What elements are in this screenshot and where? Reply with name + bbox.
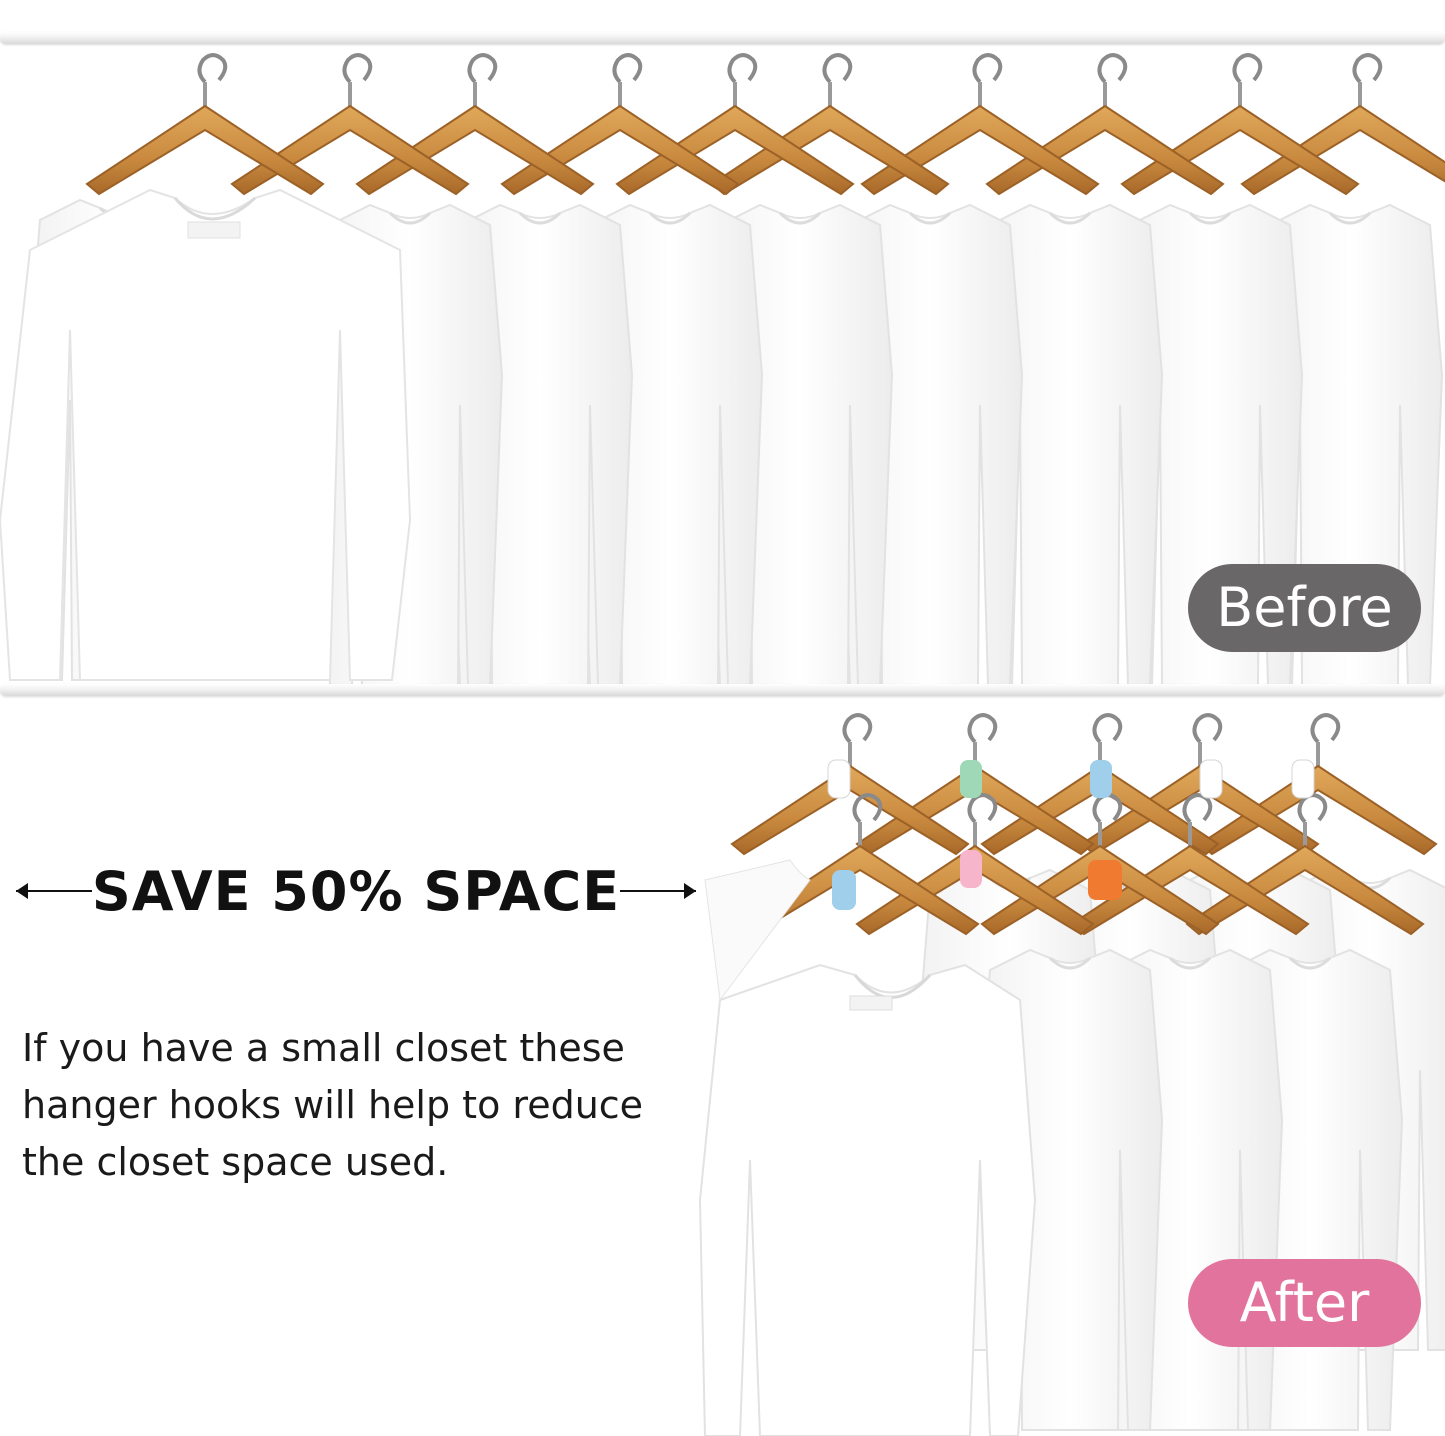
before-hangers — [85, 53, 1445, 196]
orange-hook-icon — [1088, 860, 1122, 900]
left-arrow-icon — [16, 879, 92, 903]
after-badge: After — [1188, 1259, 1421, 1347]
green-hook-icon — [960, 760, 982, 798]
white-hook-icon — [827, 759, 851, 799]
closet-rod-bottom — [0, 684, 1445, 696]
description-text: If you have a small closet these hanger … — [22, 1026, 644, 1184]
blue-hook-icon — [1090, 760, 1112, 798]
white-hook-icon — [1291, 759, 1315, 799]
pink-hook-icon — [960, 850, 982, 888]
white-hook-icon — [1199, 759, 1223, 799]
closet-illustration — [0, 53, 1445, 1436]
product-scene: Before After SAVE 50% SPACE If you have … — [0, 0, 1445, 1436]
headline-text: SAVE 50% SPACE — [91, 859, 621, 923]
headline: SAVE 50% SPACE — [16, 856, 696, 926]
blue-hook-icon — [832, 870, 856, 910]
right-arrow-icon — [620, 879, 696, 903]
before-badge: Before — [1188, 564, 1421, 652]
closet-rod-top — [0, 32, 1445, 44]
front-shirt-before — [0, 188, 412, 681]
front-shirt-after — [698, 963, 1037, 1436]
